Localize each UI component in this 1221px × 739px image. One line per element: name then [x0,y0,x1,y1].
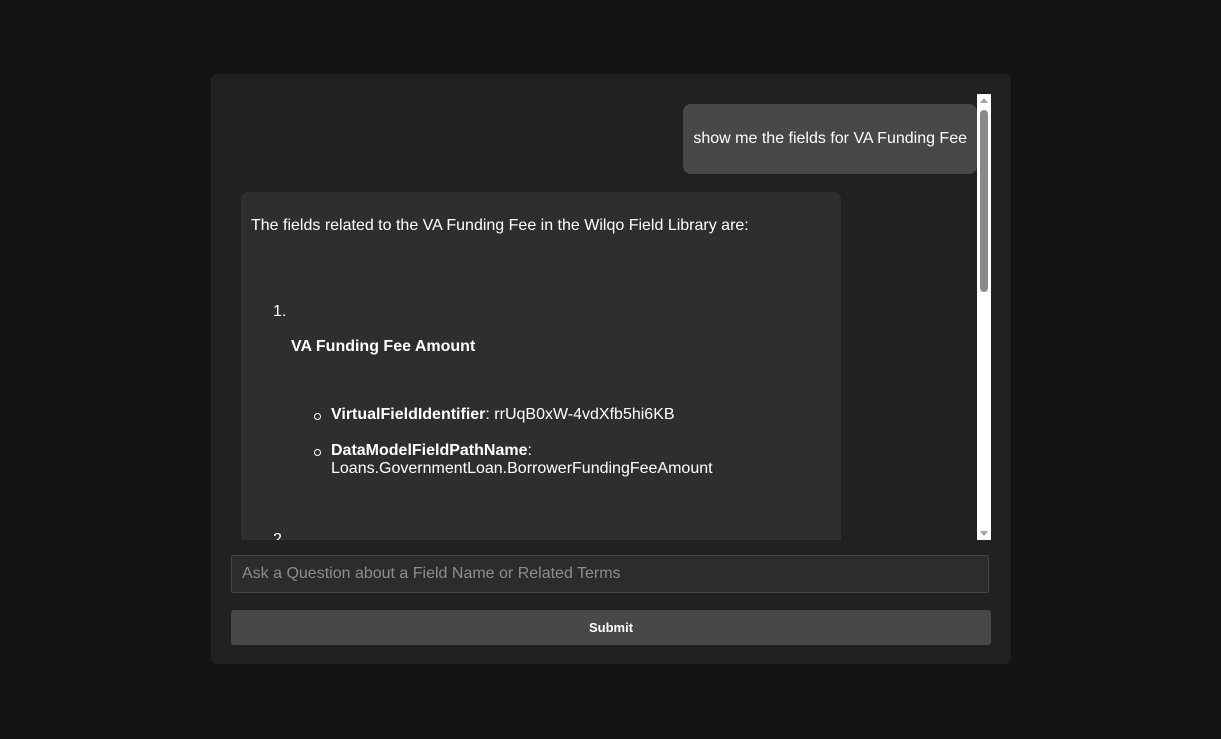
field-value: rrUqB0xW-4vdXfb5hi6KB [489,406,675,423]
chat-scrollbar[interactable] [977,94,991,540]
scroll-down-arrow-icon[interactable] [980,531,988,536]
list-item-title: VA Funding Fee Amount [291,338,476,355]
assistant-message: The fields related to the VA Funding Fee… [241,192,841,540]
field-key: DataModelFieldPathName [331,442,528,459]
bullet-circle-icon [314,413,321,420]
scroll-thumb[interactable] [980,110,988,292]
field-row: VirtualFieldIdentifier: rrUqB0xW-4vdXfb5… [331,406,675,424]
field-row: DataModelFieldPathName: Loans.Government… [331,442,713,478]
bullet-circle-icon [314,449,321,456]
field-value: Loans.GovernmentLoan.BorrowerFundingFeeA… [331,460,713,477]
list-item-number: 1. [273,303,287,320]
submit-button[interactable]: Submit [231,610,991,645]
list-item-number: 2. [273,531,287,540]
chat-panel: show me the fields for VA Funding Fee Th… [211,74,1011,664]
scroll-up-arrow-icon[interactable] [980,98,988,103]
field-key: VirtualFieldIdentifier [331,406,486,423]
assistant-intro-text: The fields related to the VA Funding Fee… [251,217,749,234]
user-message-text: show me the fields for VA Funding Fee [693,130,967,147]
chat-history[interactable]: show me the fields for VA Funding Fee Th… [231,94,977,540]
user-message: show me the fields for VA Funding Fee [683,104,977,174]
field-separator: : [527,442,532,459]
question-input[interactable] [231,555,989,593]
